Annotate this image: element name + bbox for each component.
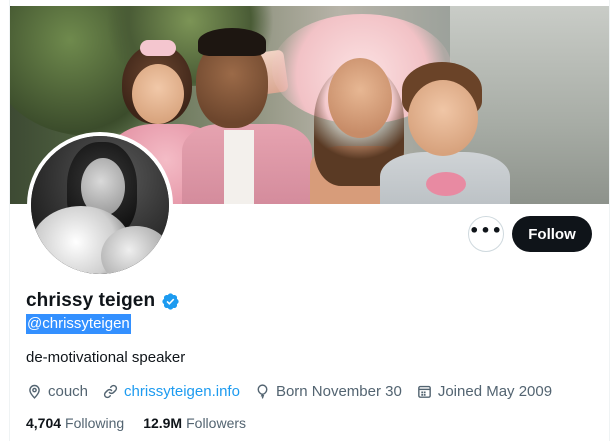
follow-stats: 4,704 Following 12.9M Followers xyxy=(26,413,265,433)
username-handle[interactable]: @chrissyteigen xyxy=(26,314,131,334)
meta-website[interactable]: chrissyteigen.info xyxy=(102,383,240,400)
follow-button[interactable]: Follow xyxy=(512,216,592,252)
followers-label: Followers xyxy=(186,415,247,431)
following-count: 4,704 xyxy=(26,415,62,431)
column-divider-right xyxy=(609,0,610,441)
profile-page: ••• Follow chrissy teigen @chrissyteigen… xyxy=(0,0,613,441)
following-link[interactable]: 4,704 Following xyxy=(26,415,124,431)
profile-meta: couch chrissyteigen.info Born November 3… xyxy=(26,381,566,401)
followers-count: 12.9M xyxy=(143,415,183,431)
location-pin-icon xyxy=(29,384,40,399)
location-text: couch xyxy=(48,382,89,400)
profile-bio: de-motivational speaker xyxy=(26,349,186,366)
meta-joined: Joined May 2009 xyxy=(416,383,552,400)
verified-badge-icon[interactable] xyxy=(161,292,180,311)
followers-link[interactable]: 12.9M Followers xyxy=(143,415,246,431)
birthday-text: Born November 30 xyxy=(275,382,402,400)
balloon-icon xyxy=(257,383,268,399)
calendar-icon xyxy=(417,385,431,398)
link-icon xyxy=(103,384,118,398)
profile-avatar[interactable] xyxy=(27,132,173,278)
meta-location: couch xyxy=(26,383,88,400)
joined-text: Joined May 2009 xyxy=(437,382,553,400)
following-label: Following xyxy=(65,415,125,431)
more-options-button[interactable]: ••• xyxy=(468,216,504,252)
meta-birthday: Born November 30 xyxy=(254,383,402,400)
display-name-row: chrissy teigen xyxy=(26,289,180,313)
website-link[interactable]: chrissyteigen.info xyxy=(124,383,240,400)
more-options-icon: ••• xyxy=(469,221,503,240)
display-name: chrissy teigen xyxy=(26,290,156,311)
